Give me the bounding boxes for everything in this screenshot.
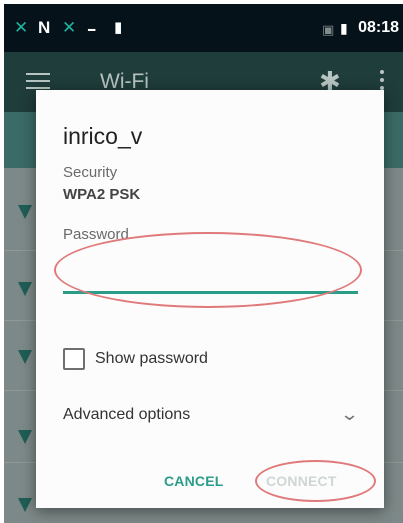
usb-icon: ▮ — [114, 19, 123, 36]
show-password-label: Show password — [95, 350, 208, 367]
status-bar: ✕ N ✕ ━ ▮ ▣ ▮ 08:18 — [4, 4, 403, 52]
battery-icon: ▮ — [340, 20, 348, 36]
network-name-title: inrico_v — [63, 123, 143, 149]
menu-icon[interactable] — [26, 73, 50, 91]
advanced-options-label: Advanced options — [63, 406, 191, 423]
no-sim-icon: ▣ — [322, 22, 335, 37]
show-password-checkbox[interactable] — [63, 348, 85, 370]
wifi-connect-dialog: inrico_v Security WPA2 PSK Password Show… — [36, 90, 384, 508]
annotation-oval-password — [54, 232, 362, 308]
dash-icon: ━ — [88, 23, 96, 37]
security-value: WPA2 PSK — [63, 186, 141, 203]
chevron-down-icon[interactable]: ⌄ — [340, 404, 360, 425]
signal-n-icon: N — [38, 18, 51, 37]
cancel-button[interactable]: CANCEL — [164, 473, 224, 489]
app-icon-x: ✕ — [62, 18, 77, 37]
app-icon-x: ✕ — [14, 18, 29, 37]
clock: 08:18 — [358, 19, 399, 36]
security-label: Security — [63, 164, 118, 181]
annotation-oval-connect — [255, 460, 376, 502]
phone-screen: ✕ N ✕ ━ ▮ ▣ ▮ 08:18 Wi-Fi ✱ inrico_v Sec… — [0, 0, 403, 523]
advanced-options-row[interactable]: Advanced options ⌄ — [63, 404, 359, 428]
